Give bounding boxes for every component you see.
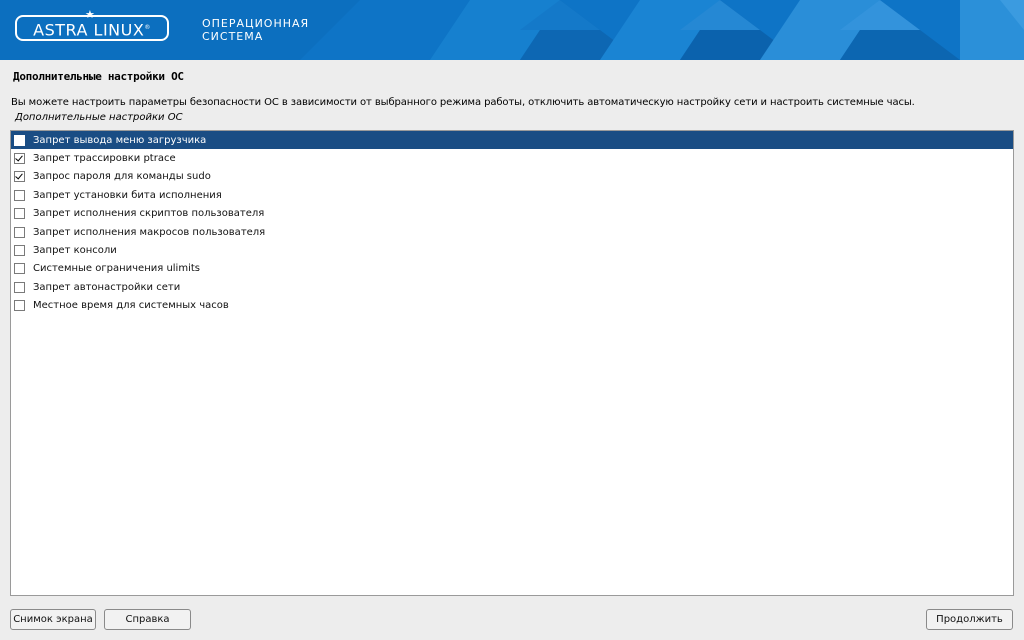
checkbox[interactable] — [14, 263, 25, 275]
checkbox[interactable] — [14, 171, 25, 183]
checkbox[interactable] — [14, 226, 25, 238]
checkbox[interactable] — [14, 208, 25, 220]
checkbox[interactable] — [14, 281, 25, 293]
option-row[interactable]: Запрет исполнения скриптов пользователя — [11, 205, 1013, 223]
option-label: Системные ограничения ulimits — [33, 263, 200, 275]
checkbox[interactable] — [14, 300, 25, 312]
registered-mark: ® — [144, 24, 151, 31]
logo-text: ASTRA LINUX — [33, 20, 145, 40]
help-button[interactable]: Справка — [104, 609, 191, 630]
option-row[interactable]: Запрет автонастройки сети — [11, 278, 1013, 296]
option-row[interactable]: Запрет установки бита исполнения — [11, 186, 1013, 204]
option-row[interactable]: Запрос пароля для команды sudo — [11, 168, 1013, 186]
options-list[interactable]: Запрет вывода меню загрузчика Запрет тра… — [10, 130, 1014, 596]
option-row[interactable]: Системные ограничения ulimits — [11, 260, 1013, 278]
star-icon: ★ — [85, 8, 95, 21]
option-label: Местное время для системных часов — [33, 300, 229, 312]
option-label: Запрос пароля для команды sudo — [33, 171, 211, 183]
option-row[interactable]: Запрет консоли — [11, 241, 1013, 259]
option-label: Запрет исполнения макросов пользователя — [33, 226, 266, 238]
option-row[interactable]: Запрет вывода меню загрузчика — [11, 131, 1013, 150]
checkbox[interactable] — [14, 153, 25, 165]
checkbox[interactable] — [14, 134, 25, 146]
option-row[interactable]: Запрет трассировки ptrace — [11, 149, 1013, 167]
page-title: Дополнительные настройки ОС — [13, 70, 184, 83]
option-label: Запрет исполнения скриптов пользователя — [33, 208, 265, 220]
page-description: Вы можете настроить параметры безопаснос… — [11, 97, 915, 108]
logo-subtitle-line2: СИСТЕМА — [202, 30, 264, 43]
option-label: Запрет консоли — [33, 245, 117, 257]
option-row[interactable]: Местное время для системных часов — [11, 297, 1013, 315]
option-label: Запрет трассировки ptrace — [33, 153, 176, 165]
option-label: Запрет установки бита исполнения — [33, 189, 222, 201]
continue-button[interactable]: Продолжить — [926, 609, 1013, 630]
option-label: Запрет вывода меню загрузчика — [33, 134, 207, 146]
logo-subtitle: ОПЕРАЦИОННАЯ СИСТЕМА — [202, 17, 309, 43]
checkbox[interactable] — [14, 189, 25, 201]
checkbox[interactable] — [14, 245, 25, 257]
screenshot-button[interactable]: Снимок экрана — [10, 609, 96, 630]
logo-subtitle-line1: ОПЕРАЦИОННАЯ — [202, 17, 310, 30]
list-caption: Дополнительные настройки ОС — [15, 112, 183, 123]
option-label: Запрет автонастройки сети — [33, 281, 181, 293]
header-banner: ASTRA LINUX® ★ ОПЕРАЦИОННАЯ СИСТЕМА — [0, 0, 1024, 60]
option-row[interactable]: Запрет исполнения макросов пользователя — [11, 223, 1013, 241]
